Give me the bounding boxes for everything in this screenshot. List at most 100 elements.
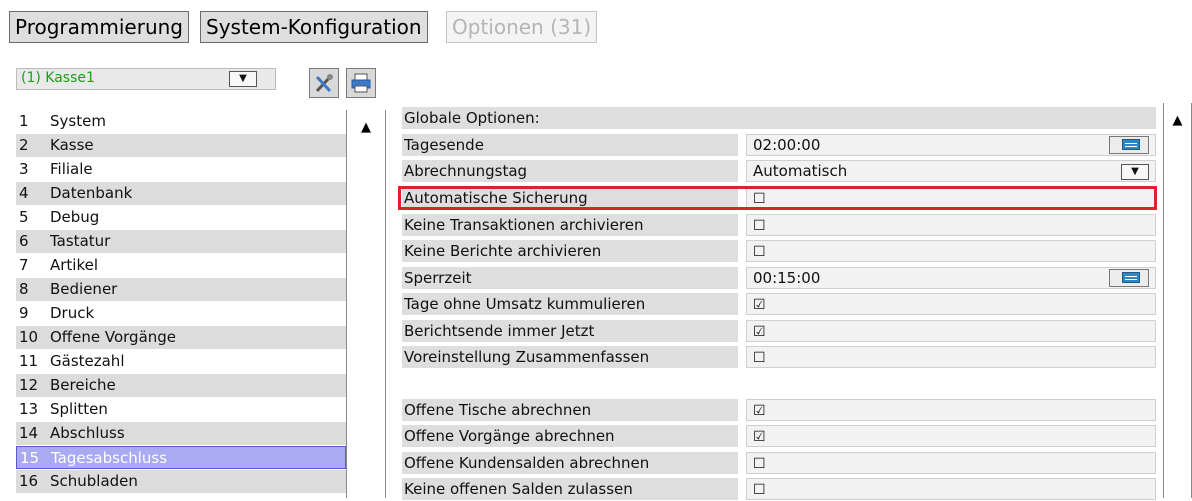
tab-system-konfiguration[interactable]: System-Konfiguration [200,11,428,43]
sidebar-item-number: 9 [19,304,29,322]
chevron-down-icon[interactable]: ▼ [229,71,257,87]
options-scrollbar[interactable]: ▲ [1163,103,1192,498]
select-field[interactable]: Automatisch ▼ [746,160,1156,182]
sidebar-item-bereiche[interactable]: 12 Bereiche [16,374,346,397]
option-label: Sperrzeit [402,267,738,289]
printer-icon [351,73,371,93]
option-label: Offene Vorgänge abrechnen [402,425,738,447]
option-label: Tage ohne Umsatz kummulieren [402,293,738,315]
time-field[interactable]: 00:15:00 [746,267,1156,289]
sidebar-item-schubladen[interactable]: 16 Schubladen [16,470,346,493]
sidebar-item-splitten[interactable]: 13 Splitten [16,398,346,421]
checkbox-field[interactable]: ☐ [746,452,1156,474]
option-row-voreinstellung-zusammenfassen: Voreinstellung Zusammenfassen ☐ [402,346,1156,369]
option-value: 02:00:00 [753,136,821,154]
sidebar-item-label: Tastatur [50,232,111,250]
sidebar-item-kasse[interactable]: 2 Kasse [16,134,346,157]
register-select-value: (1) Kasse1 [21,70,95,86]
option-label: Voreinstellung Zusammenfassen [402,346,738,368]
sidebar-item-label: Splitten [50,400,108,418]
checkbox-field[interactable]: ☑ [746,425,1156,447]
sidebar-item-number: 10 [19,328,39,346]
print-button[interactable] [346,68,376,98]
checkbox-field[interactable]: ☑ [746,293,1156,315]
checkbox[interactable]: ☑ [753,322,766,342]
checkbox-field[interactable]: ☐ [746,240,1156,262]
option-row-automatische-sicherung: Automatische Sicherung ☐ [402,187,1156,210]
sidebar-item-number: 14 [19,424,39,442]
checkbox[interactable]: ☐ [753,189,766,209]
sidebar-item-label: Gästezahl [50,352,125,370]
sidebar-item-label: Abschluss [50,424,125,442]
checkbox[interactable]: ☑ [753,401,766,421]
sidebar-item-number: 1 [19,112,29,130]
sidebar-item-artikel[interactable]: 7 Artikel [16,254,346,277]
sidebar-item-number: 4 [19,184,29,202]
sidebar-item-tagesabschluss[interactable]: 15 Tagesabschluss [16,446,346,469]
checkbox-field[interactable]: ☐ [746,214,1156,236]
sidebar-item-label: Kasse [50,136,94,154]
checkbox-field[interactable]: ☐ [746,478,1156,500]
sidebar-item-filiale[interactable]: 3 Filiale [16,158,346,181]
calendar-icon[interactable] [1109,269,1149,287]
sidebar-item-system[interactable]: 1 System [16,110,346,133]
sidebar-item-debug[interactable]: 5 Debug [16,206,346,229]
sidebar-item-label: Bereiche [50,376,116,394]
scroll-up-arrow-icon[interactable]: ▲ [347,110,385,142]
option-row-abrechnungstag: Abrechnungstag Automatisch ▼ [402,160,1156,183]
checkbox-field[interactable]: ☐ [746,346,1156,368]
checkbox-field[interactable]: ☐ [746,187,1156,209]
checkbox[interactable]: ☐ [753,242,766,262]
checkbox-field[interactable]: ☑ [746,399,1156,421]
option-label: Abrechnungstag [402,160,738,182]
sidebar-item-abschluss[interactable]: 14 Abschluss [16,422,346,445]
calendar-icon[interactable] [1109,136,1149,154]
sidebar-item-number: 3 [19,160,29,178]
tab-programmierung[interactable]: Programmierung [9,11,189,43]
sidebar-item-number: 7 [19,256,29,274]
sidebar-item-tastatur[interactable]: 6 Tastatur [16,230,346,253]
tools-button[interactable] [309,68,339,98]
option-row-tagesende: Tagesende 02:00:00 [402,134,1156,157]
option-label: Berichtsende immer Jetzt [402,320,738,342]
options-header-row: Globale Optionen: [402,107,1156,130]
sidebar-item-label: Datenbank [50,184,133,202]
sidebar-item-number: 16 [19,472,39,490]
sidebar-item-label: Offene Vorgänge [50,328,177,346]
option-label: Offene Kundensalden abrechnen [402,452,738,474]
sidebar-item-number: 8 [19,280,29,298]
option-row-keine-berichte-archivieren: Keine Berichte archivieren ☐ [402,240,1156,263]
sidebar-item-number: 11 [19,352,39,370]
sidebar-item-label: Druck [50,304,95,322]
sidebar-item-number: 15 [20,449,40,467]
option-row-offene-vorgaenge-abrechnen: Offene Vorgänge abrechnen ☑ [402,425,1156,448]
sidebar-item-bediener[interactable]: 8 Bediener [16,278,346,301]
checkbox[interactable]: ☑ [753,427,766,447]
option-label: Keine Transaktionen archivieren [402,214,738,236]
register-select[interactable]: (1) Kasse1 ▼ [16,68,276,90]
sidebar-item-druck[interactable]: 9 Druck [16,302,346,325]
option-row-sperrzeit: Sperrzeit 00:15:00 [402,267,1156,290]
option-row-offene-tische-abrechnen: Offene Tische abrechnen ☑ [402,399,1156,422]
time-field[interactable]: 02:00:00 [746,134,1156,156]
scroll-up-arrow-icon[interactable]: ▲ [1164,103,1191,135]
checkbox[interactable]: ☑ [753,295,766,315]
sidebar-item-number: 5 [19,208,29,226]
checkbox[interactable]: ☐ [753,454,766,474]
option-value: 00:15:00 [753,269,821,287]
option-row-offene-kundensalden-abrechnen: Offene Kundensalden abrechnen ☐ [402,452,1156,475]
checkbox[interactable]: ☐ [753,216,766,236]
option-label: Automatische Sicherung [402,187,738,209]
option-label: Tagesende [402,134,738,156]
checkbox-field[interactable]: ☑ [746,320,1156,342]
sidebar-item-label: Artikel [50,256,99,274]
checkbox[interactable]: ☐ [753,480,766,500]
sidebar-item-number: 2 [19,136,29,154]
chevron-down-icon[interactable]: ▼ [1121,164,1149,180]
checkbox[interactable]: ☐ [753,348,766,368]
option-label: Offene Tische abrechnen [402,399,738,421]
sidebar-item-datenbank[interactable]: 4 Datenbank [16,182,346,205]
sidebar-scrollbar[interactable]: ▲ [346,110,386,498]
sidebar-item-offene-vorgaenge[interactable]: 10 Offene Vorgänge [16,326,346,349]
sidebar-item-gaestezahl[interactable]: 11 Gästezahl [16,350,346,373]
